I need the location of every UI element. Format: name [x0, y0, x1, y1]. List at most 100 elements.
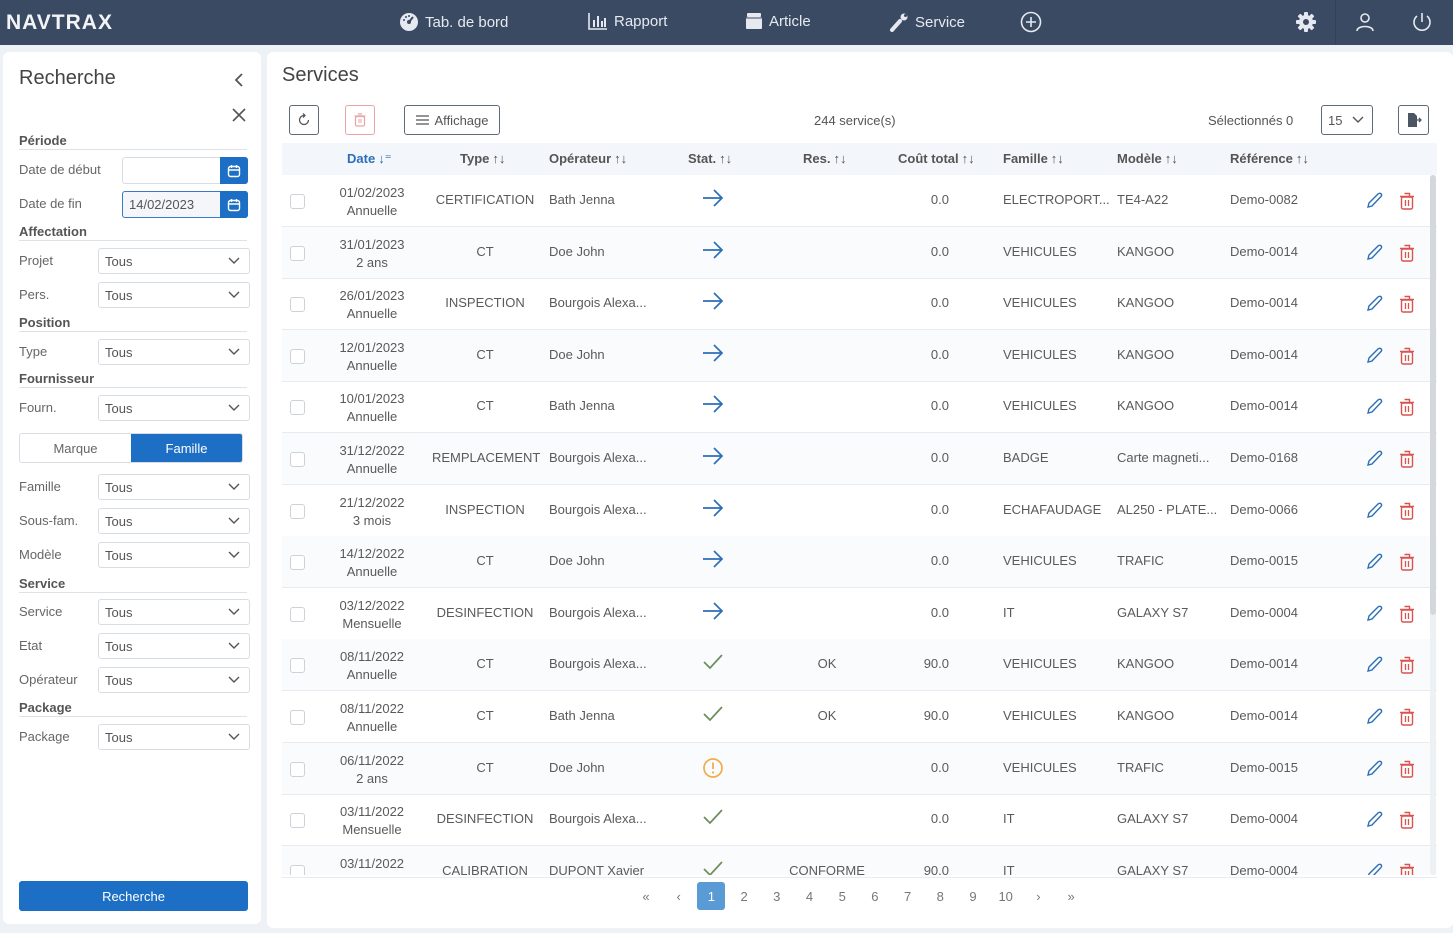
page-button-9[interactable]: 9 — [959, 882, 987, 910]
refresh-button[interactable] — [289, 105, 319, 135]
row-checkbox[interactable] — [290, 761, 305, 777]
edit-button[interactable] — [1365, 192, 1383, 213]
status-cell[interactable] — [702, 860, 724, 875]
page-size-select[interactable]: 15 — [1321, 105, 1373, 135]
page-button-8[interactable]: 8 — [926, 882, 954, 910]
logout-button[interactable] — [1411, 11, 1433, 36]
date-fin-input[interactable]: 14/02/2023 — [122, 191, 248, 218]
edit-button[interactable] — [1365, 708, 1383, 729]
next-page-button[interactable]: › — [1024, 882, 1052, 910]
export-button[interactable] — [1398, 105, 1429, 135]
edit-button[interactable] — [1365, 347, 1383, 368]
table-row[interactable]: 14/12/2022 Annuelle CT Doe John 0.0 VEHICULES… — [282, 536, 1437, 589]
delete-button[interactable] — [1399, 398, 1415, 419]
pers-select[interactable]: Tous — [98, 282, 250, 308]
delete-button[interactable] — [1399, 502, 1415, 523]
table-row[interactable]: 01/02/2023 Annuelle CERTIFICATION Bath Jenn… — [282, 175, 1437, 227]
fourn-select[interactable]: Tous — [98, 395, 250, 421]
row-checkbox[interactable] — [290, 400, 305, 416]
clear-filters-button[interactable] — [231, 107, 247, 126]
search-button[interactable]: Recherche — [19, 881, 248, 911]
scrollbar-thumb[interactable] — [1430, 175, 1436, 615]
edit-button[interactable] — [1365, 553, 1383, 574]
delete-button[interactable] — [1399, 295, 1415, 316]
table-row[interactable]: 03/11/2022 Mensuelle DESINFECTION Bourgois … — [282, 794, 1437, 847]
status-cell[interactable] — [702, 808, 724, 829]
prev-page-button[interactable]: ‹ — [665, 882, 693, 910]
add-button[interactable] — [1020, 11, 1042, 36]
page-button-1[interactable]: 1 — [697, 882, 726, 910]
edit-button[interactable] — [1365, 656, 1383, 677]
first-page-button[interactable]: « — [632, 882, 660, 910]
toggle-marque[interactable]: Marque — [20, 434, 131, 462]
page-button-4[interactable]: 4 — [796, 882, 824, 910]
nav-dashboard[interactable]: Tab. de bord — [399, 12, 508, 32]
display-options-button[interactable]: Affichage — [404, 105, 500, 135]
table-row[interactable]: 26/01/2023 Annuelle INSPECTION Bourgois Ale… — [282, 278, 1437, 331]
table-row[interactable]: 31/12/2022 Annuelle REMPLACEMENT Bourgois A… — [282, 433, 1437, 485]
edit-button[interactable] — [1365, 295, 1383, 316]
user-button[interactable] — [1354, 11, 1376, 36]
status-cell[interactable] — [702, 550, 724, 571]
date-debut-picker-button[interactable] — [220, 157, 248, 184]
nav-article[interactable]: Article — [745, 12, 811, 30]
sousfam-select[interactable]: Tous — [98, 508, 250, 534]
package-select[interactable]: Tous — [98, 724, 250, 750]
page-button-10[interactable]: 10 — [992, 882, 1020, 910]
delete-button[interactable] — [1399, 605, 1415, 626]
row-checkbox[interactable] — [290, 297, 305, 313]
row-checkbox[interactable] — [290, 864, 305, 875]
edit-button[interactable] — [1365, 244, 1383, 265]
delete-button[interactable] — [1399, 244, 1415, 265]
column-header-reference[interactable]: Référence ↑↓ — [1230, 151, 1309, 166]
row-checkbox[interactable] — [290, 813, 305, 829]
nav-report[interactable]: Rapport — [588, 12, 667, 30]
row-checkbox[interactable] — [290, 194, 305, 209]
column-header-famille[interactable]: Famille ↑↓ — [1003, 151, 1064, 166]
delete-button[interactable] — [1399, 863, 1415, 875]
row-checkbox[interactable] — [290, 658, 305, 674]
status-cell[interactable] — [702, 447, 724, 468]
row-checkbox[interactable] — [290, 555, 305, 571]
page-button-3[interactable]: 3 — [763, 882, 791, 910]
column-header-modele[interactable]: Modèle ↑↓ — [1117, 151, 1178, 166]
delete-button[interactable] — [1399, 450, 1415, 471]
delete-button[interactable] — [1399, 553, 1415, 574]
table-row[interactable]: 06/11/2022 2 ans CT Doe John 0.0 VEHICULES TRA… — [282, 742, 1437, 795]
column-header-cout[interactable]: Coût total ↑↓ — [898, 151, 975, 166]
edit-button[interactable] — [1365, 605, 1383, 626]
column-header-type[interactable]: Type ↑↓ — [460, 151, 505, 166]
status-cell[interactable] — [702, 705, 724, 726]
settings-button[interactable] — [1295, 11, 1317, 36]
etat-select[interactable]: Tous — [98, 633, 250, 659]
delete-selected-button[interactable] — [345, 105, 375, 135]
table-row[interactable]: 21/12/2022 3 mois INSPECTION Bourgois Alexa… — [282, 485, 1437, 537]
status-cell[interactable] — [702, 498, 724, 520]
service-select[interactable]: Tous — [98, 599, 250, 625]
column-header-stat[interactable]: Stat. ↑↓ — [688, 151, 732, 166]
collapse-sidebar-button[interactable] — [232, 72, 246, 91]
edit-button[interactable] — [1365, 398, 1383, 419]
status-cell[interactable] — [702, 292, 724, 313]
table-row[interactable]: 12/01/2023 Annuelle CT Doe John 0.0 VEHICULES… — [282, 329, 1437, 382]
famille-select[interactable]: Tous — [98, 474, 250, 500]
column-header-operateur[interactable]: Opérateur ↑↓ — [549, 151, 627, 166]
edit-button[interactable] — [1365, 450, 1383, 471]
edit-button[interactable] — [1365, 863, 1383, 875]
delete-button[interactable] — [1399, 708, 1415, 729]
column-header-date[interactable]: Date ↓⁼ — [347, 151, 392, 167]
status-cell[interactable] — [702, 344, 724, 365]
date-debut-input[interactable] — [122, 157, 248, 184]
table-row[interactable]: 03/12/2022 Mensuelle DESINFECTION Bourgois … — [282, 588, 1437, 640]
modele-select[interactable]: Tous — [98, 542, 250, 568]
row-checkbox[interactable] — [290, 710, 305, 725]
page-button-5[interactable]: 5 — [828, 882, 856, 910]
table-row[interactable]: 08/11/2022 Annuelle CT Bath Jenna OK 90.0 VEHI… — [282, 691, 1437, 743]
row-checkbox[interactable] — [290, 348, 305, 364]
table-scrollbar[interactable] — [1430, 175, 1436, 875]
table-row[interactable]: 10/01/2023 Annuelle CT Bath Jenna 0.0 VEHICUL… — [282, 381, 1437, 434]
page-button-6[interactable]: 6 — [861, 882, 889, 910]
table-row[interactable]: 03/11/2022 CALIBRATION DUPONT Xavier CONFOR… — [282, 845, 1437, 875]
nav-service[interactable]: Service — [889, 12, 965, 32]
status-cell[interactable] — [702, 653, 724, 674]
